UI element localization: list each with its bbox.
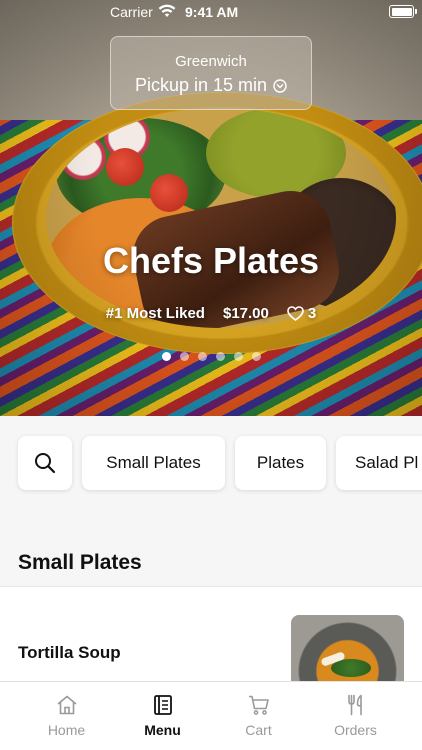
page-dot[interactable]	[179, 352, 189, 361]
category-chip[interactable]: Plates	[235, 436, 326, 490]
tab-orders[interactable]: Orders	[303, 682, 408, 750]
pickup-eta: Pickup in 15 min	[134, 75, 268, 95]
menu-item-name: Tortilla Soup	[18, 643, 121, 662]
hero-rank: #1 Most Liked	[105, 305, 205, 322]
tab-label: Orders	[334, 722, 377, 738]
tab-label: Home	[47, 722, 86, 738]
menu-item[interactable]: Tortilla Soup	[0, 586, 422, 696]
hero-title: Chefs Plates	[102, 240, 320, 281]
status-bar: Carrier 9:41 AM	[0, 0, 422, 24]
likes-count: 3	[307, 305, 317, 322]
fork-knife-icon	[347, 694, 362, 716]
tab-cart[interactable]: Cart	[206, 682, 311, 750]
page-dot[interactable]	[197, 352, 207, 361]
tab-bar: Home Menu Cart Orders	[0, 681, 422, 750]
hero-likes[interactable]: 3	[287, 305, 316, 322]
search-button[interactable]	[18, 436, 72, 490]
tab-label: Menu	[144, 722, 181, 738]
hero-price: $17.00	[222, 305, 269, 322]
category-chip[interactable]: Salad Pl	[336, 436, 422, 490]
hero-meta: #1 Most Liked $17.00 3	[0, 305, 422, 322]
heart-icon	[287, 306, 304, 321]
tab-label: Cart	[245, 722, 272, 738]
clock: 9:41 AM	[185, 4, 239, 20]
home-icon	[56, 695, 77, 715]
wifi-icon	[158, 4, 176, 17]
battery-icon	[389, 5, 417, 18]
cart-icon	[248, 695, 269, 715]
chevron-down-circle-icon	[273, 78, 287, 93]
app-screen: Carrier 9:41 AM Greenwich Pickup in 15 m…	[0, 0, 422, 750]
search-icon	[35, 453, 56, 474]
page-dot[interactable]	[233, 352, 243, 361]
category-chip[interactable]: Small Plates	[82, 436, 225, 490]
pickup-location-selector[interactable]: Greenwich Pickup in 15 min	[110, 36, 312, 110]
pickup-location: Greenwich	[175, 53, 247, 70]
page-dot[interactable]	[215, 352, 225, 361]
page-dot[interactable]	[251, 352, 261, 361]
menu-book-icon	[153, 695, 172, 715]
section-title: Small Plates	[18, 551, 142, 574]
tab-menu[interactable]: Menu	[110, 682, 215, 750]
carousel-page-indicator[interactable]	[0, 352, 422, 361]
category-bar: Small Plates Plates Salad Pl	[0, 416, 422, 506]
hero-banner[interactable]: Carrier 9:41 AM Greenwich Pickup in 15 m…	[0, 0, 422, 416]
carrier-label: Carrier	[110, 4, 153, 20]
tab-home[interactable]: Home	[14, 682, 119, 750]
page-dot[interactable]	[161, 352, 171, 361]
